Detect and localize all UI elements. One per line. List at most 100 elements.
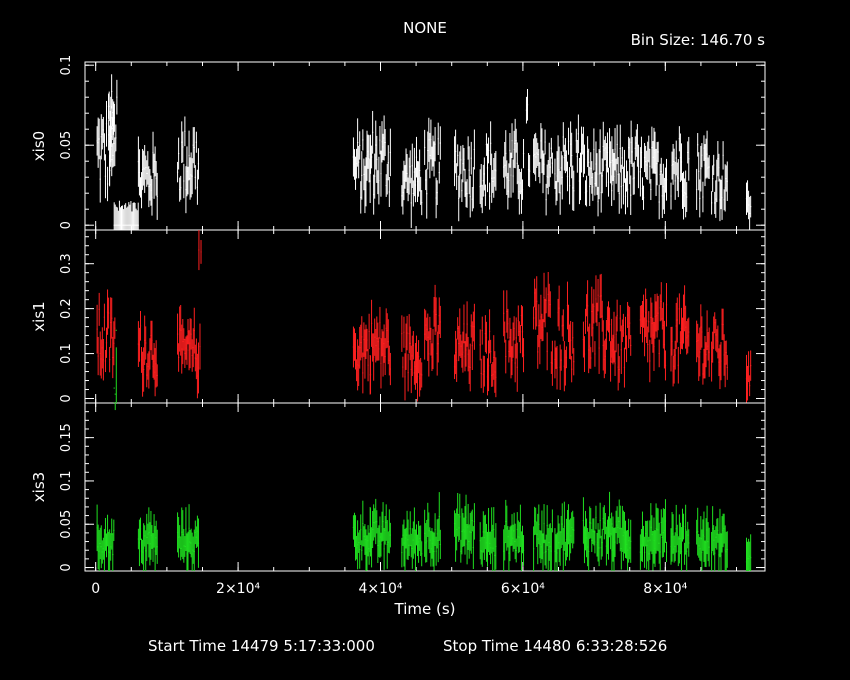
data-point-xis3 — [607, 516, 610, 560]
data-point-xis0 — [631, 136, 633, 167]
data-point-xis3 — [196, 515, 199, 547]
data-point-xis0 — [615, 158, 617, 184]
y-tick-label-xis0: 0 — [59, 221, 74, 229]
data-point-xis0 — [352, 137, 355, 177]
data-point-xis3 — [421, 541, 423, 567]
data-point-xis0 — [491, 153, 493, 203]
data-point-xis0 — [670, 182, 672, 210]
data-point-xis3 — [113, 519, 115, 541]
data-point-xis0 — [701, 143, 703, 168]
data-point-xis0 — [381, 121, 383, 163]
data-point-xis3 — [567, 504, 570, 545]
data-point-xis1 — [725, 340, 727, 365]
data-point-xis0 — [114, 137, 116, 167]
data-point-xis1 — [437, 324, 439, 363]
data-point-xis3 — [178, 516, 180, 558]
data-point-xis0 — [132, 202, 134, 230]
data-point-xis0 — [495, 150, 497, 191]
data-point-xis1 — [713, 316, 715, 350]
data-point-xis0 — [717, 141, 719, 177]
data-point-xis0 — [176, 161, 179, 183]
data-point-xis0 — [661, 173, 663, 219]
data-point-xis3 — [510, 525, 512, 547]
data-point-xis1 — [180, 304, 182, 356]
data-point-xis0 — [630, 120, 632, 164]
data-point-xis3 — [144, 525, 146, 547]
data-point-xis1 — [704, 335, 706, 379]
data-point-xis0 — [597, 186, 599, 217]
data-point-xis1 — [573, 348, 575, 376]
data-point-xis0 — [116, 79, 118, 115]
data-point-xis0 — [408, 157, 410, 195]
data-point-xis3 — [187, 531, 189, 571]
data-point-xis1 — [360, 324, 362, 361]
data-point-xis3 — [653, 517, 655, 564]
data-point-xis3 — [505, 499, 507, 543]
data-point-xis3 — [699, 537, 701, 561]
data-point-xis0 — [595, 141, 597, 187]
data-point-xis3 — [471, 509, 473, 532]
data-point-xis0 — [688, 136, 690, 181]
data-point-xis0 — [481, 184, 483, 214]
data-point-xis0 — [454, 129, 457, 174]
data-point-xis1 — [428, 331, 430, 377]
data-point-xis3 — [149, 522, 151, 566]
data-point-xis0 — [707, 157, 709, 179]
data-point-xis0 — [487, 137, 490, 164]
data-point-xis0 — [469, 175, 471, 218]
data-point-xis1 — [628, 305, 630, 348]
data-point-xis1 — [459, 308, 461, 357]
data-point-xis3 — [459, 493, 461, 540]
data-point-xis0 — [721, 175, 723, 220]
data-point-xis1 — [143, 347, 145, 392]
data-point-xis0 — [108, 125, 111, 158]
data-point-xis1 — [558, 285, 560, 331]
data-point-xis3 — [192, 536, 194, 564]
data-point-xis0 — [133, 202, 135, 230]
data-point-xis0 — [383, 115, 385, 161]
data-point-xis1 — [181, 324, 183, 374]
data-point-xis3 — [419, 525, 421, 551]
data-point-xis3 — [534, 506, 536, 536]
data-point-xis0 — [625, 160, 628, 192]
data-point-xis1 — [375, 329, 377, 363]
data-point-xis0 — [561, 155, 563, 200]
data-point-xis3 — [625, 530, 628, 559]
data-point-xis0 — [404, 165, 406, 189]
data-point-xis1 — [494, 351, 496, 393]
data-point-xis0 — [482, 164, 484, 197]
data-point-xis1 — [688, 317, 690, 347]
data-point-xis3 — [649, 520, 651, 560]
data-point-xis0 — [125, 203, 127, 230]
data-point-xis3 — [405, 527, 407, 549]
data-point-xis0 — [536, 138, 538, 168]
data-point-xis3 — [507, 526, 509, 548]
data-point-xis0 — [662, 163, 664, 210]
data-point-xis0 — [722, 141, 724, 170]
data-point-xis1 — [380, 338, 382, 389]
data-point-xis0 — [145, 155, 147, 180]
data-point-xis0 — [598, 149, 600, 200]
data-point-xis0 — [696, 168, 698, 210]
data-point-xis3 — [674, 532, 676, 562]
data-point-xis1 — [436, 331, 438, 376]
data-point-xis0 — [714, 191, 716, 215]
data-point-xis3 — [543, 504, 545, 544]
data-point-xis3 — [98, 530, 100, 571]
data-point-xis0 — [641, 177, 644, 201]
data-point-xis1 — [653, 321, 655, 371]
data-point-xis1 — [608, 307, 611, 342]
x-tick-label: 4×10⁴ — [358, 581, 402, 597]
data-point-xis1 — [193, 307, 195, 354]
data-point-xis1 — [682, 294, 685, 344]
data-point-xis0 — [355, 148, 358, 179]
data-point-xis0 — [369, 134, 372, 174]
data-point-xis1 — [389, 352, 391, 386]
data-point-xis0 — [426, 168, 428, 219]
data-point-xis0 — [611, 136, 613, 186]
data-point-xis3 — [562, 527, 564, 571]
data-point-xis0 — [387, 145, 389, 181]
data-point-xis3 — [659, 533, 661, 571]
data-point-xis0 — [600, 172, 602, 213]
data-point-xis1 — [461, 340, 463, 368]
